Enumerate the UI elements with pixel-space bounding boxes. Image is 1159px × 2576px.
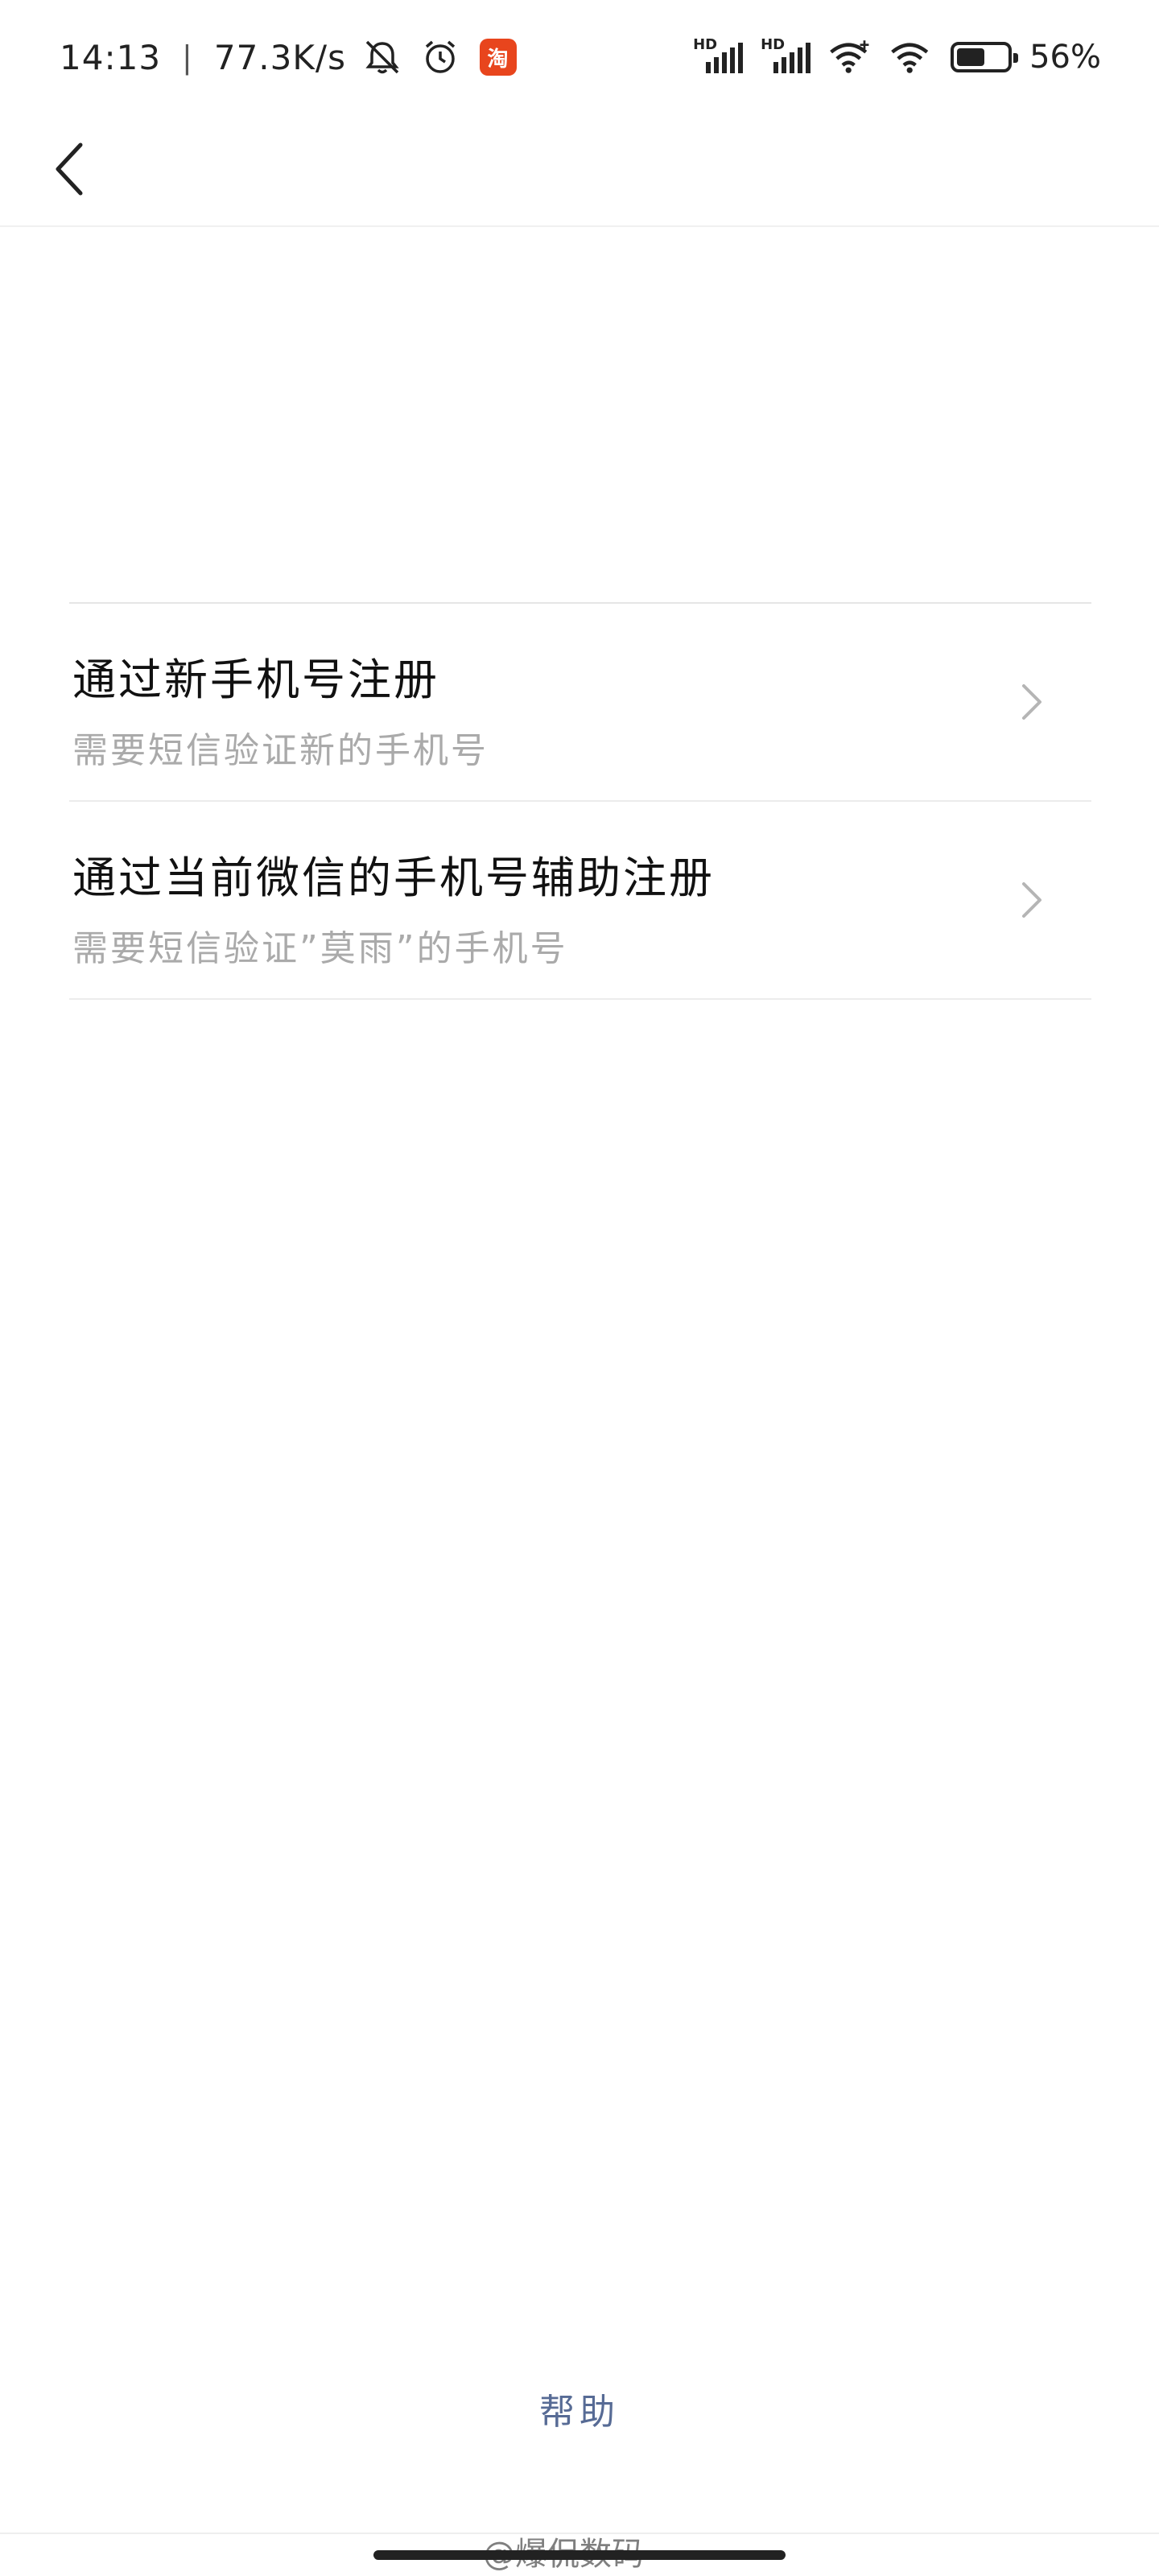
help-link[interactable]: 帮助 bbox=[0, 2383, 1159, 2434]
alarm-clock-icon bbox=[419, 35, 462, 79]
wifi-6-icon bbox=[889, 35, 933, 79]
chevron-left-icon bbox=[56, 142, 83, 196]
status-bar: 14:13 | 77.3K/s 淘 HD HD 56% bbox=[0, 0, 1159, 113]
battery-fill bbox=[957, 48, 984, 66]
mute-notification-icon bbox=[361, 35, 404, 79]
option-title: 通过当前微信的手机号辅助注册 bbox=[72, 852, 715, 903]
status-separator: | bbox=[182, 39, 193, 75]
status-right: HD HD 56% bbox=[693, 31, 1101, 84]
cellular-signal-2-icon: HD bbox=[761, 36, 811, 78]
taobao-icon-label: 淘 bbox=[479, 39, 517, 76]
status-left: 14:13 | 77.3K/s 淘 bbox=[60, 31, 520, 84]
wifi-plus-icon bbox=[828, 35, 872, 79]
option-subtitle: 需要短信验证新的手机号 bbox=[72, 730, 489, 771]
option-subtitle: 需要短信验证”莫雨”的手机号 bbox=[72, 928, 568, 969]
registration-options-list: 通过新手机号注册 需要短信验证新的手机号 通过当前微信的手机号辅助注册 需要短信… bbox=[69, 602, 1091, 1000]
nav-bar bbox=[0, 113, 1159, 227]
battery-icon bbox=[951, 42, 1019, 72]
register-current-phone-option[interactable]: 通过当前微信的手机号辅助注册 需要短信验证”莫雨”的手机号 bbox=[69, 802, 1091, 1000]
network-speed: 77.3K/s bbox=[213, 37, 346, 77]
chevron-right-icon bbox=[1022, 684, 1041, 720]
status-time: 14:13 bbox=[60, 37, 162, 77]
option-title: 通过新手机号注册 bbox=[72, 654, 439, 705]
home-indicator[interactable] bbox=[373, 2550, 786, 2560]
taobao-app-icon: 淘 bbox=[476, 35, 520, 79]
battery-percentage: 56% bbox=[1029, 39, 1101, 76]
back-button[interactable] bbox=[29, 129, 109, 209]
chevron-right-icon bbox=[1022, 882, 1041, 918]
cellular-signal-1-icon: HD bbox=[693, 36, 744, 78]
register-new-phone-option[interactable]: 通过新手机号注册 需要短信验证新的手机号 bbox=[69, 604, 1091, 802]
